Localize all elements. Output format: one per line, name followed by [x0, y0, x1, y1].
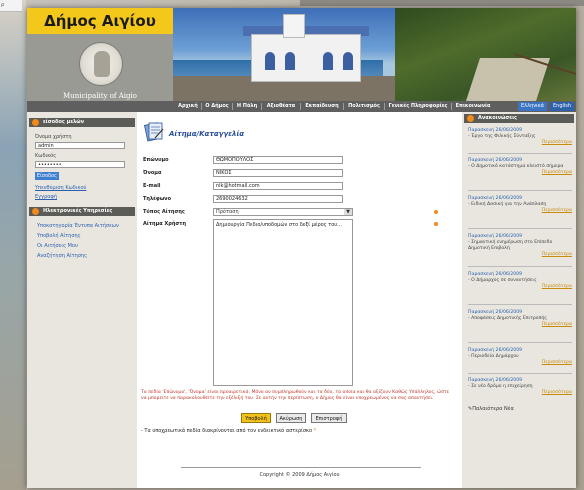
news-more-link[interactable]: Περισσότερα [468, 322, 572, 328]
news-date[interactable]: Παρασκευή 26/06/2009 [468, 348, 522, 353]
request-textarea[interactable]: Δημιουργία Πεδιο/υποδομών στο δεξί μέρος… [213, 219, 353, 386]
browser-page: Δήμος Αιγίου Municipality of Aigio Αρχικ… [27, 8, 576, 488]
required-note: - Τα υποχρεωτικά πεδία διακρίνονται από … [141, 428, 317, 434]
password-label: Κωδικός [35, 153, 57, 159]
news-item: Παρασκευή 26/06/2009 - Ειδική Δασική για… [468, 196, 572, 214]
email-label: E-mail [143, 183, 161, 189]
required-asterisk-icon [434, 222, 438, 226]
left-sidebar: είσοδος μελών Όνομα χρήστη admin Κωδικός… [27, 112, 137, 488]
header-photo [173, 8, 576, 101]
news-text: - Ο Δημοτικό κατάστημα κλειστό σήμερα [468, 164, 564, 169]
service-link[interactable]: Οι Αιτήσεις Μου [37, 243, 78, 249]
phone-input[interactable]: 2690024632 [213, 195, 343, 203]
username-input[interactable]: admin [35, 142, 125, 149]
main-nav: Αρχική Ο Δήμος Η Πόλη Αξιοθέατα Εκπαίδευ… [27, 101, 576, 112]
news-text: - Περιοδεία Δημάρχου [468, 354, 519, 359]
news-item: Παρασκευή 26/06/2009 - Ο Δημοτικό κατάστ… [468, 158, 572, 176]
password-input[interactable]: •••••••• [35, 161, 125, 168]
request-label: Αίτημα Χρήστη [143, 221, 187, 227]
news-more-link[interactable]: Περισσότερα [468, 208, 572, 214]
news-date[interactable]: Παρασκευή 26/06/2009 [468, 234, 522, 239]
news-date[interactable]: Παρασκευή 26/06/2009 [468, 158, 522, 163]
footer-divider [181, 467, 421, 468]
service-link[interactable]: Υποβολή Αίτησης [37, 233, 81, 239]
background-left-strip [0, 0, 26, 490]
news-item: Παρασκευή 26/06/2009 - Σημαντική ενημέρω… [468, 234, 572, 258]
bullet-icon [467, 115, 474, 122]
older-news-link[interactable]: ✎Παλαιότερα Νέα [468, 406, 514, 412]
site-header: Δήμος Αιγίου Municipality of Aigio [27, 8, 576, 101]
news-more-link[interactable]: Περισσότερα [468, 360, 572, 366]
news-item: Παρασκευή 26/06/2009 - Έργο της Φιλικής … [468, 128, 572, 146]
nav-municipality[interactable]: Ο Δήμος [202, 101, 232, 112]
nav-contact[interactable]: Επικοινωνία [452, 101, 494, 112]
news-more-link[interactable]: Περισσότερα [468, 170, 572, 176]
nav-culture[interactable]: Πολιτισμός [344, 101, 384, 112]
cancel-button[interactable]: Ακύρωση [276, 413, 306, 423]
news-date[interactable]: Παρασκευή 26/06/2009 [468, 378, 522, 383]
news-text: - Έργο της Φιλικής Σύνταξης [468, 134, 536, 139]
surname-input[interactable]: ΘΩΜΟΠΟΥΛΟΣ [213, 156, 343, 164]
background-tab: ρ [0, 0, 22, 12]
news-date[interactable]: Παρασκευή 26/06/2009 [468, 272, 522, 277]
nav-home[interactable]: Αρχική [175, 101, 201, 112]
login-button[interactable]: Είσοδος [35, 172, 59, 180]
news-item: Παρασκευή 26/06/2009 - Αποφάσεις Δημοτικ… [468, 310, 572, 328]
news-text: - Αποφάσεις Δημοτικής Επιτροπής [468, 316, 547, 321]
services-heading: Ηλεκτρονικές Υπηρεσίες [29, 207, 135, 216]
email-input[interactable]: nik@hotmail.com [213, 182, 343, 190]
news-more-link[interactable]: Περισσότερα [468, 252, 572, 258]
register-link[interactable]: Εγγραφή [35, 194, 57, 200]
news-more-link[interactable]: Περισσότερα [468, 140, 572, 146]
phone-label: Τηλέφωνο [143, 196, 172, 202]
news-text: - Σε νέο δρόμο η επιχείρηση [468, 384, 533, 389]
request-type-select[interactable]: Πρόταση ▼ [213, 208, 353, 216]
main-content: Αίτημα/Καταγγελία Επώνυμο ΘΩΜΟΠΟΥΛΟΣ Όνο… [137, 112, 462, 488]
news-text: - Ειδική Δασική για την Ανάπλαση [468, 202, 547, 207]
news-more-link[interactable]: Περισσότερα [468, 390, 572, 396]
copyright: Copyright © 2009 Δήμος Αιγίου [259, 472, 340, 478]
site-subtitle: Municipality of Aigio [63, 92, 137, 100]
name-input[interactable]: ΝΙΚΟΣ [213, 169, 343, 177]
municipality-seal-icon [79, 42, 123, 86]
news-date[interactable]: Παρασκευή 26/06/2009 [468, 128, 522, 133]
news-text: - Σημαντική ενημέρωση στο Επίπεδο Δημοτι… [468, 240, 553, 251]
username-label: Όνομα χρήστη [35, 134, 72, 140]
login-heading: είσοδος μελών [29, 118, 135, 127]
name-label: Όνομα [143, 170, 162, 176]
required-asterisk-icon [434, 210, 438, 214]
lang-english[interactable]: English [550, 102, 575, 111]
service-link[interactable]: Υποκατηγορία Έντυπα Αιτήσεων [37, 223, 119, 229]
news-item: Παρασκευή 26/06/2009 - Περιοδεία Δημάρχο… [468, 348, 572, 366]
news-date[interactable]: Παρασκευή 26/06/2009 [468, 310, 522, 315]
page-title: Αίτημα/Καταγγελία [169, 130, 245, 138]
lang-greek[interactable]: Ελληνικά [518, 102, 547, 111]
bullet-icon [32, 119, 39, 126]
form-notice: Τα πεδία 'Επώνυμο', 'Όνομα' είναι προαιρ… [141, 390, 450, 401]
logo-area: Δήμος Αιγίου Municipality of Aigio [27, 8, 173, 101]
nav-general-info[interactable]: Γενικές Πληροφορίες [385, 101, 451, 112]
background-top-strip [300, 0, 584, 6]
site-title[interactable]: Δήμος Αιγίου [27, 8, 173, 34]
nav-city[interactable]: Η Πόλη [233, 101, 261, 112]
submit-button[interactable]: Υποβολή [241, 413, 271, 423]
type-label: Τύπος Αίτησης [143, 209, 185, 215]
bullet-icon [32, 208, 39, 215]
nav-sights[interactable]: Αξιοθέατα [262, 101, 300, 112]
right-sidebar: Ανακοινώσεις Παρασκευή 26/06/2009 - Έργο… [462, 112, 576, 488]
forgot-password-link[interactable]: Υπενθύμιση Κωδικού [35, 185, 86, 191]
back-button[interactable]: Επιστροφή [311, 413, 347, 423]
chevron-down-icon[interactable]: ▼ [344, 209, 352, 215]
news-item: Παρασκευή 26/06/2009 - Σε νέο δρόμο η επ… [468, 378, 572, 396]
news-more-link[interactable]: Περισσότερα [468, 284, 572, 290]
news-item: Παρασκευή 26/06/2009 - Ο Δήμαρχος σε συν… [468, 272, 572, 290]
service-link[interactable]: Αναζήτηση Αίτησης [37, 253, 87, 259]
document-pen-icon [143, 122, 164, 142]
news-date[interactable]: Παρασκευή 26/06/2009 [468, 196, 522, 201]
nav-education[interactable]: Εκπαίδευση [301, 101, 343, 112]
news-heading: Ανακοινώσεις [464, 114, 574, 123]
request-type-value: Πρόταση [216, 209, 239, 215]
news-text: - Ο Δήμαρχος σε συναντήσεις [468, 278, 537, 283]
surname-label: Επώνυμο [143, 157, 169, 163]
